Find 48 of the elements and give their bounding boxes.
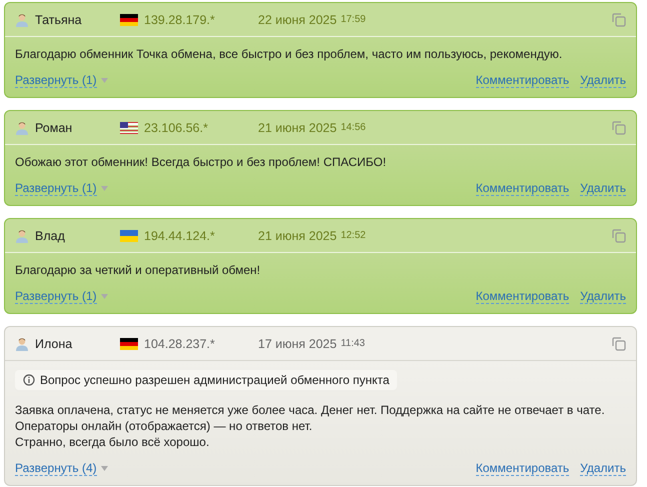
review-date: 22 июня 2025 — [258, 12, 337, 26]
notice-text: Вопрос успешно разрешен администрацией обменного пункта — [40, 373, 390, 387]
author-name: Илона — [35, 336, 74, 350]
user-icon — [15, 228, 29, 242]
copy-icon[interactable] — [612, 12, 626, 26]
ip-address: 139.28.179.* — [144, 12, 216, 26]
ip-address: 194.44.124.* — [144, 228, 216, 242]
review-text: Благодарю обменник Точка обмена, все быстро и без проблем, часто им пользуюсь, рекомендую. — [15, 46, 564, 62]
ip-address: 104.28.237.* — [144, 336, 216, 350]
comment-link[interactable]: Комментировать — [476, 461, 570, 476]
user-icon — [15, 336, 29, 350]
author-name: Роман — [35, 120, 74, 134]
info-icon — [23, 374, 35, 386]
review-text: Операторы онлайн (отображается) — но ответов нет. — [15, 418, 314, 434]
delete-link[interactable]: Удалить — [580, 73, 626, 88]
copy-icon[interactable] — [612, 228, 626, 242]
review-date: 17 июня 2025 — [258, 336, 337, 350]
review-date: 21 июня 2025 — [258, 120, 337, 134]
expand-link[interactable]: Развернуть (1) — [15, 289, 97, 304]
review-time: 11:43 — [340, 338, 365, 349]
review-text: Заявка оплачена, статус не меняется уже более часа. Денег нет. Поддержка на сайте не отвечает в чате. — [15, 402, 606, 418]
review-text: Обожаю этот обменник! Всегда быстро и без проблем! СПАСИБО! — [15, 154, 388, 170]
review-date: 21 июня 2025 — [258, 228, 337, 242]
copy-icon[interactable] — [612, 336, 626, 350]
review-time: 12:52 — [340, 230, 366, 241]
expand-link[interactable]: Развернуть (4) — [15, 461, 97, 476]
delete-link[interactable]: Удалить — [580, 181, 626, 196]
comment-link[interactable]: Комментировать — [476, 73, 570, 88]
delete-link[interactable]: Удалить — [580, 461, 626, 476]
copy-icon[interactable] — [612, 120, 626, 134]
review-text: Странно, всегда было всё хорошо. — [15, 434, 210, 450]
author-name: Татьяна — [35, 12, 83, 26]
user-icon — [15, 12, 29, 26]
expand-link[interactable]: Развернуть (1) — [15, 181, 97, 196]
caret-icon — [100, 78, 108, 83]
caret-icon — [100, 466, 108, 471]
user-icon — [15, 120, 29, 134]
caret-icon — [100, 186, 108, 191]
review-text: Благодарю за четкий и оперативный обмен! — [15, 262, 262, 278]
review-time: 14:56 — [340, 122, 366, 133]
caret-icon — [100, 294, 108, 299]
delete-link[interactable]: Удалить — [580, 289, 626, 304]
expand-link[interactable]: Развернуть (1) — [15, 73, 97, 88]
review-time: 17:59 — [340, 14, 366, 25]
comment-link[interactable]: Комментировать — [476, 181, 570, 196]
ip-address: 23.106.56.* — [144, 120, 209, 134]
author-name: Влад — [35, 228, 66, 242]
comment-link[interactable]: Комментировать — [476, 289, 570, 304]
